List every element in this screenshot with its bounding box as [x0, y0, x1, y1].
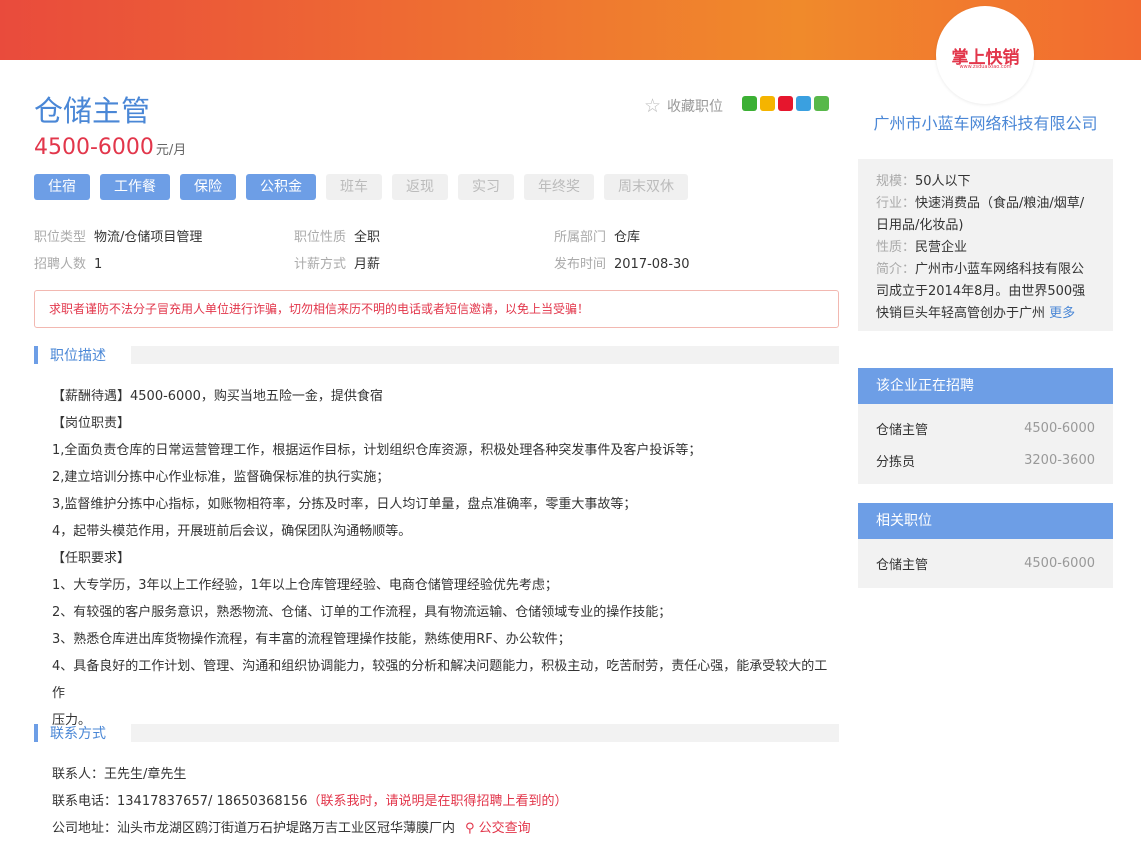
job-title: 仓储主管	[34, 94, 151, 128]
company-info: 规模：50人以下 行业：快速消费品（食品/粮油/烟草/日用品/化妆品) 性质：民…	[858, 159, 1113, 331]
phone-note: （联系我时，请说明是在职得招聘上看到的）	[307, 794, 568, 809]
hiring-item[interactable]: 仓储主管 4500-6000	[876, 412, 1095, 444]
related-panel-title: 相关职位	[858, 503, 1113, 539]
info-pay: 计薪方式 月薪	[294, 257, 381, 272]
desc-section-header: 职位描述	[34, 346, 839, 364]
desc-line: 【任职要求】	[52, 551, 131, 566]
related-list: 仓储主管 4500-6000	[858, 539, 1113, 588]
contact-info: 联系人：王先生/章先生 联系电话：13417837657/ 1865036815…	[52, 761, 568, 842]
tag-cashback: 返现	[392, 174, 448, 200]
tag-shuttle: 班车	[326, 174, 382, 200]
desc-line: 2、有较强的客户服务意识，熟悉物流、仓储、订单的工作流程，具有物流运输、仓储领域…	[52, 605, 672, 620]
location-pin-icon: ⚲	[465, 821, 475, 836]
desc-line: 2,建立培训分拣中心作业标准，监督确保标准的执行实施；	[52, 470, 390, 485]
tag-weekends-off: 周末双休	[604, 174, 688, 200]
fraud-warning: 求职者谨防不法分子冒充用人单位进行诈骗，切勿相信来历不明的电话或者短信邀请，以免…	[34, 290, 839, 328]
job-salary: 4500-6000 元/月	[34, 135, 186, 160]
contact-section-header: 联系方式	[34, 724, 839, 742]
weibo-icon[interactable]	[778, 96, 793, 111]
contact-address: 公司地址：汕头市龙湖区鸥汀街道万石护堤路万吉工业区冠华薄膜厂内 ⚲ 公交查询	[52, 821, 531, 836]
desc-line: 1、大专学历，3年以上工作经验，1年以上仓库管理经验、电商仓储管理经验优先考虑；	[52, 578, 558, 593]
salary-value: 4500-6000	[34, 135, 154, 160]
section-title: 联系方式	[50, 726, 106, 742]
desc-line: 3、熟悉仓库进出库货物操作流程，有丰富的流程管理操作技能，熟练使用RF、办公软件…	[52, 632, 571, 647]
tag-insurance: 保险	[180, 174, 236, 200]
tag-housing-fund: 公积金	[246, 174, 316, 200]
hiring-item[interactable]: 分拣员 3200-3600	[876, 444, 1095, 476]
salary-unit: 元/月	[155, 143, 187, 158]
hiring-list: 仓储主管 4500-6000 分拣员 3200-3600	[858, 404, 1113, 484]
info-type: 职位类型 物流/仓储项目管理	[34, 230, 203, 245]
transit-link[interactable]: 公交查询	[479, 821, 531, 836]
info-nature: 职位性质 全职	[294, 230, 381, 245]
tag-year-end-bonus: 年终奖	[524, 174, 594, 200]
hiring-panel-title: 该企业正在招聘	[858, 368, 1113, 404]
job-info: 职位类型 物流/仓储项目管理 职位性质 全职 所属部门 仓库 招聘人数 1 计薪方式 月薪…	[34, 222, 834, 276]
section-rule	[131, 724, 839, 742]
job-description: 【薪酬待遇】4500-6000，购买当地五险一金，提供食宿 【岗位职责】 1,全…	[52, 383, 832, 734]
desc-line: 【薪酬待遇】4500-6000，购买当地五险一金，提供食宿	[52, 389, 383, 404]
logo-url: www.zsduaixiao.com	[959, 64, 1012, 70]
tag-meals: 工作餐	[100, 174, 170, 200]
tag-housing: 住宿	[34, 174, 90, 200]
desc-line: 【岗位职责】	[52, 416, 131, 431]
welfare-tags: 住宿 工作餐 保险 公积金 班车 返现 实习 年终奖 周末双休	[34, 174, 688, 200]
desc-line: 3,监督维护分拣中心指标，如账物相符率，分拣及时率，日人均订单量，盘点准确率，零…	[52, 497, 637, 512]
favorite-label: 收藏职位	[667, 99, 724, 115]
contact-phone: 联系电话：13417837657/ 18650368156（联系我时，请说明是在…	[52, 794, 568, 809]
tencent-weibo-icon[interactable]	[796, 96, 811, 111]
more-link[interactable]: 更多	[1049, 306, 1075, 321]
desc-line: 4，起带头模范作用，开展班前后会议，确保团队沟通畅顺等。	[52, 524, 412, 539]
info-date: 发布时间 2017-08-30	[554, 257, 690, 272]
tag-internship: 实习	[458, 174, 514, 200]
wechat-icon[interactable]	[742, 96, 757, 111]
desc-line: 1,全面负责仓库的日常运营管理工作，根据运作目标，计划组织仓库资源，积极处理各种…	[52, 443, 702, 458]
related-item[interactable]: 仓储主管 4500-6000	[876, 547, 1095, 579]
info-dept: 所属部门 仓库	[554, 230, 641, 245]
share-bar	[742, 96, 829, 111]
more-share-icon[interactable]	[814, 96, 829, 111]
info-count: 招聘人数 1	[34, 257, 103, 272]
section-rule	[131, 346, 839, 364]
star-icon: ☆	[644, 95, 662, 117]
contact-person: 联系人：王先生/章先生	[52, 767, 187, 782]
qzone-icon[interactable]	[760, 96, 775, 111]
section-title: 职位描述	[50, 348, 106, 364]
desc-line: 4、具备良好的工作计划、管理、沟通和组织协调能力，较强的分析和解决问题能力，积极…	[52, 659, 828, 701]
company-name-link[interactable]: 广州市小蓝车网络科技有限公司	[858, 110, 1113, 134]
favorite-button[interactable]: ☆ 收藏职位	[644, 95, 723, 117]
